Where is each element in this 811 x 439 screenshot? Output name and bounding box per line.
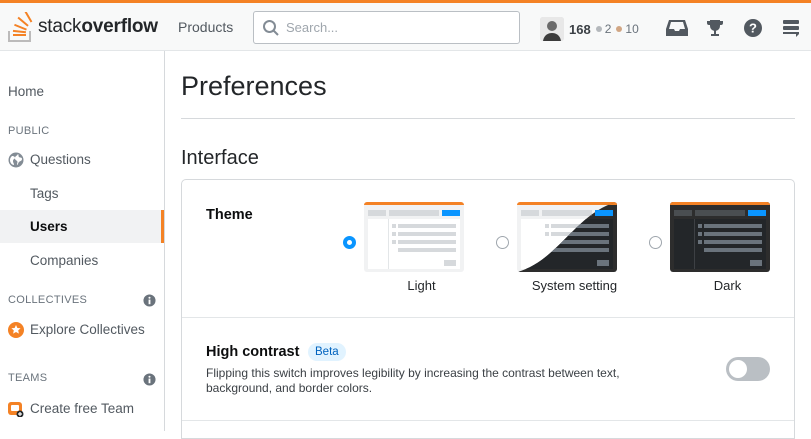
silver-badges: 2 — [595, 22, 611, 36]
theme-option-system[interactable]: System setting — [496, 202, 636, 294]
theme-option-label: System setting — [531, 278, 618, 293]
sidebar-item-tags[interactable]: Tags — [0, 177, 164, 210]
avatar[interactable] — [540, 17, 564, 41]
theme-radio-dark[interactable] — [649, 236, 662, 249]
sidebar-item-label: Explore Collectives — [30, 322, 145, 337]
top-bar: stackoverflow Products 168 2 10 ? — [0, 0, 811, 51]
stackoverflow-logo[interactable]: stackoverflow — [8, 11, 158, 43]
search-input[interactable] — [286, 12, 511, 43]
user-card[interactable]: 168 2 10 — [540, 15, 639, 43]
toggle-knob — [729, 360, 747, 378]
high-contrast-toggle[interactable] — [726, 357, 770, 381]
theme-label: Theme — [206, 207, 253, 223]
sidebar-item-users[interactable]: Users — [0, 210, 164, 243]
stack-logo-icon — [8, 12, 33, 42]
light-theme-preview-icon — [364, 202, 464, 272]
inbox-icon[interactable] — [665, 16, 689, 40]
main-content: Preferences Interface Theme Light System… — [181, 51, 811, 439]
title-divider — [181, 118, 795, 119]
sidebar-item-companies[interactable]: Companies — [0, 244, 164, 277]
search-box[interactable] — [253, 11, 520, 44]
achievements-trophy-icon[interactable] — [703, 16, 727, 40]
high-contrast-description: Flipping this switch improves legibility… — [206, 366, 620, 395]
interface-card: Theme Light System setting Dark High con… — [181, 179, 795, 439]
info-icon[interactable] — [143, 294, 156, 307]
svg-text:?: ? — [749, 21, 757, 36]
row-divider — [182, 420, 794, 421]
sidebar-item-label: Create free Team — [30, 401, 135, 416]
sidebar-item-label: Tags — [30, 186, 59, 201]
left-sidebar: Home PUBLIC Questions Tags Users Compani… — [0, 51, 165, 431]
sidebar-item-label: Questions — [30, 152, 91, 167]
sidebar-item-label: Companies — [30, 253, 99, 268]
dark-theme-preview-icon — [670, 202, 770, 272]
theme-option-label: Dark — [713, 278, 742, 293]
row-divider — [182, 317, 794, 318]
theme-option-label: Light — [407, 278, 436, 293]
section-label-public: PUBLIC — [8, 125, 50, 137]
site-switcher-icon[interactable] — [779, 16, 803, 40]
theme-option-light[interactable]: Light — [343, 202, 483, 294]
sidebar-item-label: Users — [30, 219, 68, 234]
theme-radio-light[interactable] — [343, 236, 356, 249]
teams-briefcase-icon — [8, 401, 24, 417]
products-menu[interactable]: Products — [168, 12, 243, 42]
theme-option-dark[interactable]: Dark — [649, 202, 789, 294]
help-icon[interactable]: ? — [741, 16, 765, 40]
page-title: Preferences — [181, 71, 327, 101]
section-title-interface: Interface — [181, 147, 259, 169]
search-icon — [263, 20, 279, 36]
sidebar-item-create-team[interactable]: Create free Team — [0, 392, 164, 425]
collectives-star-icon — [8, 321, 24, 338]
sidebar-item-home[interactable]: Home — [0, 75, 164, 108]
section-label-collectives: COLLECTIVES — [8, 294, 88, 306]
sidebar-item-questions[interactable]: Questions — [0, 143, 164, 176]
beta-badge: Beta — [308, 343, 346, 361]
bronze-badges: 10 — [616, 22, 639, 36]
sidebar-item-label: Home — [8, 84, 45, 99]
logo-text: stackoverflow — [38, 16, 158, 37]
section-label-teams: TEAMS — [8, 372, 48, 384]
high-contrast-label: High contrast — [206, 344, 300, 360]
sidebar-item-explore-collectives[interactable]: Explore Collectives — [0, 313, 164, 346]
system-theme-preview-icon — [517, 202, 617, 272]
reputation-count: 168 — [569, 21, 591, 37]
info-icon[interactable] — [143, 373, 156, 386]
theme-radio-system[interactable] — [496, 236, 509, 249]
globe-icon — [8, 152, 24, 168]
